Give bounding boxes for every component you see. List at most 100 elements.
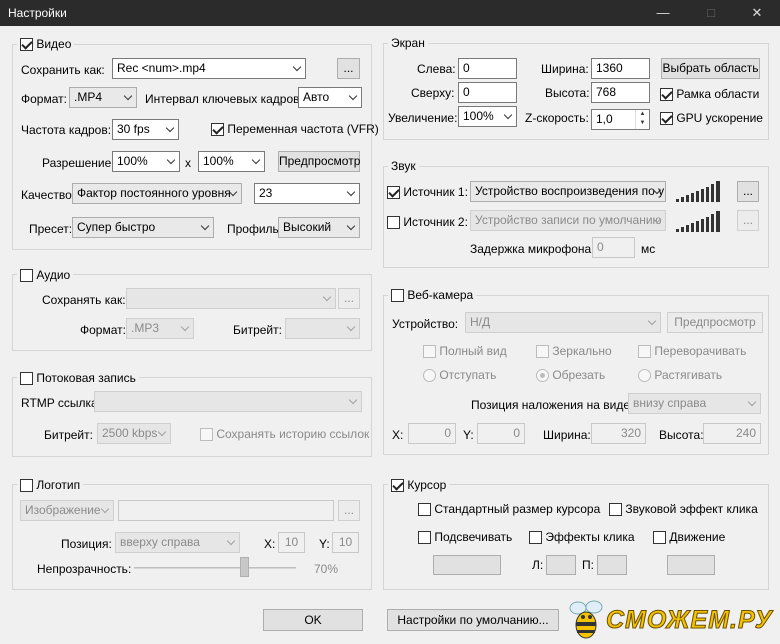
flip-option[interactable]: Переворачивать <box>638 344 746 359</box>
keyframe-value: Авто <box>303 90 330 104</box>
select-area-button[interactable]: Выбрать область <box>661 58 760 79</box>
audio-group <box>12 274 372 351</box>
flip-checkbox[interactable] <box>638 345 651 359</box>
history-checkbox[interactable] <box>200 428 213 442</box>
resolution-width-select[interactable]: 100% <box>112 151 180 172</box>
logo-position-select[interactable]: вверху справа <box>115 532 240 553</box>
logo-x-field[interactable]: 10 <box>278 532 305 553</box>
keyframe-select[interactable]: Авто <box>298 87 362 108</box>
video-preview-button[interactable]: Предпросмотр <box>278 151 360 172</box>
source1-volume-meter[interactable] <box>676 180 722 202</box>
indent-option[interactable]: Отступать <box>423 368 496 383</box>
overlay-select[interactable]: внизу справа <box>628 393 761 414</box>
motion-color-button[interactable] <box>667 555 715 575</box>
crop-option[interactable]: Обрезать <box>536 368 605 383</box>
fullview-option[interactable]: Полный вид <box>423 344 507 359</box>
highlight-checkbox[interactable] <box>418 531 431 545</box>
screen-width-field[interactable]: 1360 <box>591 58 650 79</box>
zspeed-field[interactable]: 1,0 ▲ ▼ <box>591 109 650 130</box>
logo-path-field[interactable] <box>118 500 334 521</box>
ok-button[interactable]: OK <box>263 609 363 631</box>
audio-browse-button[interactable]: ... <box>338 288 360 309</box>
profile-select[interactable]: Высокий <box>278 217 360 238</box>
source1-select[interactable]: Устройство воспроизведения по у <box>470 181 666 202</box>
screen-left-field[interactable]: 0 <box>458 58 517 79</box>
source2-browse-button[interactable]: ... <box>737 210 759 231</box>
rtmp-select[interactable] <box>94 391 362 412</box>
zoom-select[interactable]: 100% <box>458 106 517 127</box>
vfr-option[interactable]: Переменная частота (VFR) <box>211 122 379 137</box>
source2-select[interactable]: Устройство записи по умолчанию <box>470 210 666 231</box>
crop-radio[interactable] <box>536 369 549 383</box>
webcam-checkbox[interactable] <box>391 289 404 303</box>
close-button[interactable]: ✕ <box>734 0 780 26</box>
click-fx-checkbox[interactable] <box>529 531 542 545</box>
fps-select[interactable]: 30 fps <box>112 119 179 140</box>
source1-option[interactable]: Источник 1: <box>387 185 468 200</box>
stream-checkbox[interactable] <box>20 372 33 386</box>
vfr-checkbox[interactable] <box>211 123 224 137</box>
logo-checkbox[interactable] <box>20 479 33 493</box>
audio-save-as-select[interactable] <box>126 288 336 309</box>
logo-y-field[interactable]: 10 <box>332 532 359 553</box>
video-format-select[interactable]: .MP4 <box>69 87 137 108</box>
left-click-color-button[interactable] <box>546 555 576 575</box>
webcam-preview-button[interactable]: Предпросмотр <box>667 312 763 333</box>
opacity-slider-track[interactable] <box>134 567 296 569</box>
audio-checkbox[interactable] <box>20 269 33 283</box>
click-fx-option[interactable]: Эффекты клика <box>529 530 635 545</box>
logo-browse-button[interactable]: ... <box>338 500 360 521</box>
gpu-checkbox[interactable] <box>660 112 673 126</box>
mic-delay-field[interactable]: 0 <box>592 237 635 258</box>
click-sound-checkbox[interactable] <box>609 503 622 517</box>
opacity-slider-thumb[interactable] <box>240 557 249 577</box>
defaults-button[interactable]: Настройки по умолчанию... <box>387 609 559 631</box>
source1-checkbox[interactable] <box>387 186 400 200</box>
indent-radio[interactable] <box>423 369 436 383</box>
source2-option[interactable]: Источник 2: <box>387 215 468 230</box>
zspeed-spinner[interactable]: ▲ ▼ <box>635 110 649 129</box>
overlay-label: Позиция наложения на видео: <box>471 398 641 412</box>
quality-number-select[interactable]: 23 <box>254 183 360 204</box>
screen-height-field[interactable]: 768 <box>591 82 650 103</box>
webcam-y-field[interactable]: 0 <box>477 423 525 444</box>
motion-option[interactable]: Движение <box>653 530 725 545</box>
quality-select[interactable]: Фактор постоянного уровня <box>72 183 242 204</box>
stretch-option[interactable]: Растягивать <box>638 368 722 383</box>
cursor-checkbox[interactable] <box>391 479 404 493</box>
logo-type-select[interactable]: Изображение <box>20 500 114 521</box>
click-sound-option[interactable]: Звуковой эффект клика <box>609 502 758 517</box>
std-size-option[interactable]: Стандартный размер курсора <box>418 502 600 517</box>
video-save-as-select[interactable]: Rec <num>.mp4 <box>112 58 306 79</box>
history-option[interactable]: Сохранять историю ссылок <box>200 427 369 442</box>
source2-checkbox[interactable] <box>387 216 400 230</box>
video-checkbox[interactable] <box>20 38 33 52</box>
gpu-option[interactable]: GPU ускорение <box>660 111 763 126</box>
source1-browse-button[interactable]: ... <box>737 181 759 202</box>
stretch-radio[interactable] <box>638 369 651 383</box>
highlight-option[interactable]: Подсвечивать <box>418 530 512 545</box>
motion-checkbox[interactable] <box>653 531 666 545</box>
highlight-color-button[interactable] <box>433 555 501 575</box>
video-browse-button[interactable]: ... <box>337 58 360 79</box>
fullview-checkbox[interactable] <box>423 345 436 359</box>
std-size-checkbox[interactable] <box>418 503 431 517</box>
webcam-height-field[interactable]: 240 <box>703 423 761 444</box>
preset-select[interactable]: Супер быстро <box>72 217 214 238</box>
webcam-group-header: Веб-камера <box>388 288 477 303</box>
screen-top-field[interactable]: 0 <box>458 82 517 103</box>
audio-format-select[interactable]: .MP3 <box>126 318 194 339</box>
resolution-height-select[interactable]: 100% <box>198 151 265 172</box>
mirror-option[interactable]: Зеркально <box>536 344 612 359</box>
minimize-button[interactable]: — <box>640 0 686 26</box>
stream-bitrate-select[interactable]: 2500 kbps <box>97 423 171 444</box>
webcam-x-field[interactable]: 0 <box>408 423 456 444</box>
right-click-color-button[interactable] <box>597 555 627 575</box>
source2-volume-meter[interactable] <box>676 210 722 232</box>
frame-option[interactable]: Рамка области <box>660 87 759 102</box>
audio-bitrate-select[interactable] <box>285 318 360 339</box>
mirror-checkbox[interactable] <box>536 345 549 359</box>
frame-checkbox[interactable] <box>660 88 673 102</box>
webcam-width-field[interactable]: 320 <box>591 423 646 444</box>
webcam-device-select[interactable]: Н/Д <box>465 312 661 333</box>
